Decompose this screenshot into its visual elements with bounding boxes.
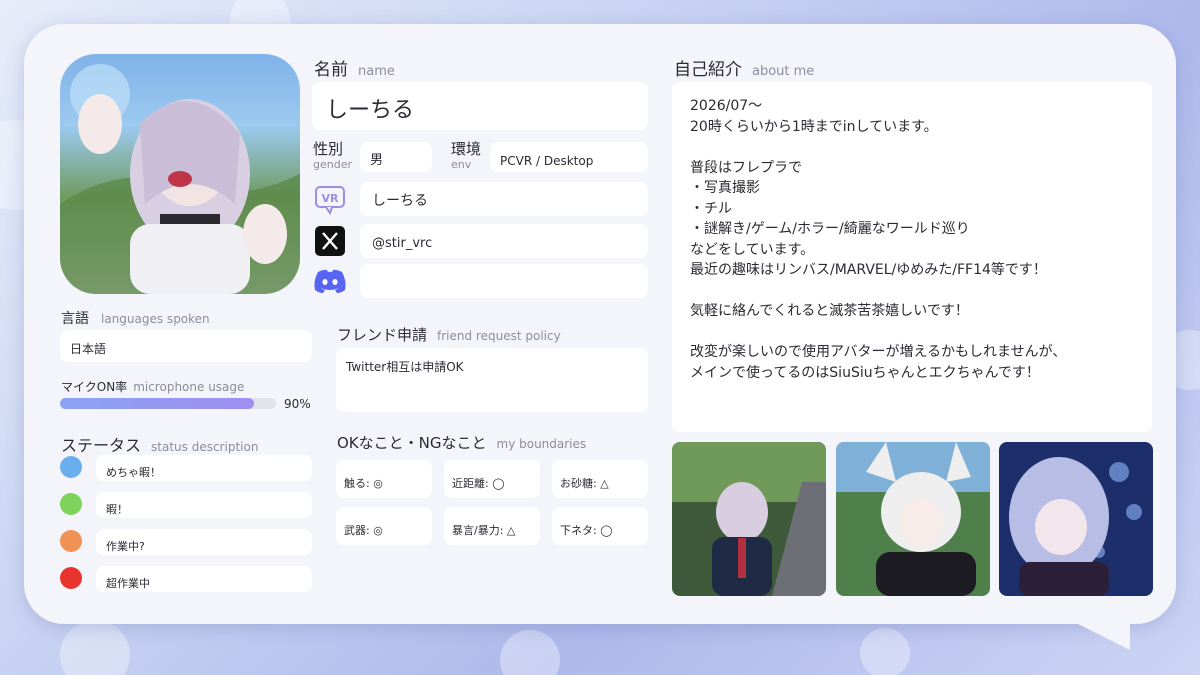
friend-policy-value: Twitter相互は申請OK — [346, 360, 464, 374]
gallery-photo — [999, 442, 1153, 596]
about-line: 普段はフレプラで — [690, 159, 802, 176]
env-label-block: 環境 env — [451, 140, 482, 171]
boundary-item: 暴言/暴力: △ — [444, 507, 540, 545]
about-text: 2026/07〜 20時くらいから1時までinしています。 普段はフレプラで ・写真… — [690, 96, 1134, 383]
gender-value: 男 — [370, 153, 384, 168]
twitter-handle-field: @stir_vrc — [360, 224, 648, 258]
about-line: 改変が楽しいので使用アバターが増えるかもしれませんが、 — [690, 344, 1067, 360]
name-heading: 名前 name — [314, 55, 395, 80]
mic-sub-label: microphone usage — [133, 380, 245, 394]
languages-sub-label: languages spoken — [101, 312, 210, 326]
about-line: ・チル — [690, 200, 732, 217]
twitter-handle-value: @stir_vrc — [372, 236, 433, 251]
boundary-text: 下ネタ: ◯ — [560, 524, 613, 537]
svg-text:VR: VR — [322, 192, 340, 205]
about-line: 2026/07〜 — [690, 98, 763, 114]
boundaries-sub-label: my boundaries — [496, 437, 587, 451]
status-dot — [60, 567, 82, 589]
vrchat-name-field: しーちる — [360, 182, 648, 216]
boundary-text: 武器: ◎ — [344, 524, 383, 537]
x-twitter-icon — [313, 224, 347, 258]
speech-bubble-tail — [1030, 600, 1130, 650]
name-label: 名前 — [314, 60, 348, 80]
about-line: ・謎解き/ゲーム/ホラー/綺麗なワールド巡り — [690, 221, 970, 237]
name-field: しーちる — [312, 82, 648, 130]
boundary-item: 触る: ◎ — [336, 460, 432, 498]
name-value: しーちる — [326, 98, 415, 123]
avatar — [60, 54, 300, 294]
vrchat-name-value: しーちる — [372, 193, 428, 209]
languages-field: 日本語 — [60, 330, 312, 362]
about-line: ・写真撮影 — [690, 180, 760, 196]
about-text-panel: 2026/07〜 20時くらいから1時までinしています。 普段はフレプラで ・写真… — [672, 82, 1152, 432]
status-dot — [60, 456, 82, 478]
boundary-item: 近距離: ◯ — [444, 460, 540, 498]
mic-percent: 90% — [284, 397, 311, 411]
status-item: 作業中? — [96, 529, 312, 555]
about-sub-label: about me — [752, 64, 815, 79]
friend-heading: フレンド申請 friend request policy — [337, 324, 561, 345]
languages-heading: 言語 languages spoken — [61, 308, 210, 328]
mic-heading: マイクON率 microphone usage — [61, 378, 244, 395]
vrchat-icon: VR — [313, 182, 347, 216]
gender-label-block: 性別 gender — [313, 140, 352, 171]
env-label: 環境 — [451, 140, 482, 158]
mic-progress-bar — [60, 398, 276, 409]
status-item: 超作業中 — [96, 566, 312, 592]
mic-label: マイクON率 — [61, 380, 128, 394]
friend-label: フレンド申請 — [337, 326, 428, 344]
status-item: 暇！ — [96, 492, 312, 518]
boundary-item: 下ネタ: ◯ — [552, 507, 648, 545]
env-value: PCVR / Desktop — [500, 154, 594, 168]
status-text: 作業中? — [106, 540, 145, 553]
gender-field: 男 — [360, 142, 432, 172]
gender-label: 性別 — [313, 140, 344, 158]
status-dot — [60, 530, 82, 552]
boundary-text: 触る: ◎ — [344, 477, 383, 490]
status-item: めちゃ暇！ — [96, 455, 312, 481]
boundary-text: 近距離: ◯ — [452, 477, 505, 490]
boundaries-heading: OKなこと・NGなこと my boundaries — [337, 432, 586, 453]
boundary-text: お砂糖: △ — [560, 477, 609, 490]
about-line: メインで使ってるのはSiuSiuちゃんとエクちゃんです！ — [690, 364, 1040, 381]
background-bubble — [860, 628, 910, 675]
status-label: ステータス — [61, 436, 142, 455]
discord-field — [360, 264, 648, 298]
boundary-item: お砂糖: △ — [552, 460, 648, 498]
gallery-photo — [836, 442, 990, 596]
env-field: PCVR / Desktop — [490, 142, 648, 172]
friend-policy-field: Twitter相互は申請OK — [336, 348, 648, 412]
status-dot — [60, 493, 82, 515]
discord-icon — [313, 264, 347, 298]
friend-sub-label: friend request policy — [437, 329, 561, 343]
about-line: 気軽に絡んでくれると滅茶苦茶嬉しいです！ — [690, 303, 969, 319]
about-line: などをしています。 — [690, 241, 815, 258]
status-text: めちゃ暇！ — [106, 466, 161, 479]
name-sub-label: name — [358, 64, 395, 79]
boundaries-label: OKなこと・NGなこと — [337, 434, 487, 452]
mic-progress-fill — [60, 398, 255, 409]
languages-value: 日本語 — [70, 342, 107, 356]
about-line — [690, 281, 1134, 302]
about-line — [690, 137, 1134, 158]
languages-label: 言語 — [61, 311, 89, 327]
background-bubble — [500, 630, 560, 675]
status-heading: ステータス status description — [61, 432, 258, 456]
about-line — [690, 322, 1134, 343]
status-text: 超作業中 — [106, 577, 150, 590]
status-text: 暇！ — [106, 503, 128, 516]
gender-sub-label: gender — [313, 158, 352, 171]
boundary-text: 暴言/暴力: △ — [452, 524, 516, 537]
boundary-item: 武器: ◎ — [336, 507, 432, 545]
about-label: 自己紹介 — [674, 60, 742, 80]
gallery-photo — [672, 442, 826, 596]
about-line: 最近の趣味はリンバス/MARVEL/ゆめみた/FF14等です！ — [690, 262, 1047, 278]
background-bubble — [60, 620, 130, 675]
env-sub-label: env — [451, 158, 472, 171]
about-heading: 自己紹介 about me — [674, 55, 814, 80]
about-line: 20時くらいから1時までinしています。 — [690, 118, 938, 135]
status-sub-label: status description — [151, 440, 259, 454]
